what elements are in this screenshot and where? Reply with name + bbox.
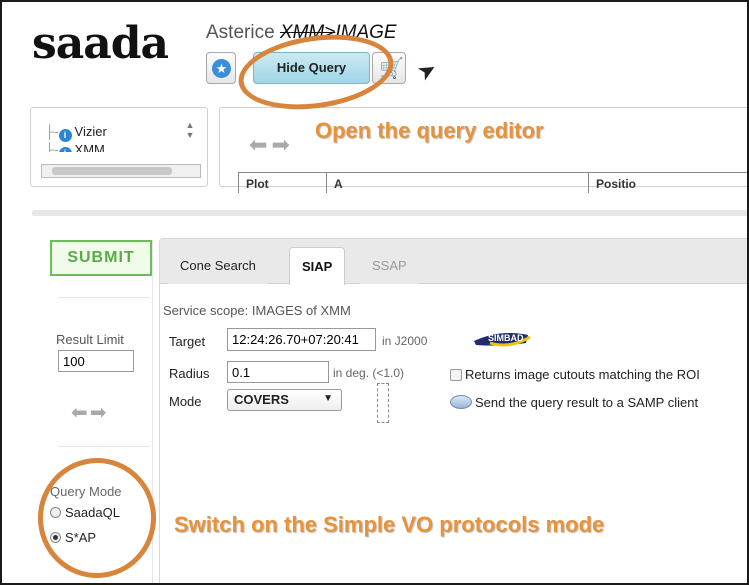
results-table-header: Plot A Positio [238, 172, 747, 194]
collection-tree: ├-iVizier ├-iXMM ▲ ▼ [30, 107, 208, 187]
cutouts-checkbox-row[interactable]: Returns image cutouts matching the ROI [450, 367, 700, 382]
radius-label: Radius [169, 366, 210, 381]
callout-switch-mode: Switch on the Simple VO protocols mode [174, 512, 605, 537]
submit-button[interactable]: SUBMIT [50, 240, 152, 276]
tree-branch-icon: ├- [45, 124, 59, 139]
target-input[interactable] [227, 328, 376, 351]
highlight-ellipse-query-mode [33, 454, 161, 582]
cutouts-label: Returns image cutouts matching the ROI [465, 367, 700, 382]
pointer-icon[interactable]: ➤ [413, 55, 442, 87]
column-separator [238, 173, 239, 193]
tab-ssap[interactable]: SSAP [360, 247, 419, 284]
column-header[interactable]: Plot [246, 177, 269, 191]
column-header[interactable]: Positio [596, 177, 636, 191]
samp-send-row[interactable]: Send the query result to a SAMP client [450, 395, 698, 410]
forward-arrow-icon[interactable]: ➡ [90, 402, 109, 424]
dropdown-caret-icon: ▼ [323, 393, 333, 404]
saada-logo: saada [32, 18, 169, 69]
mode-label: Mode [169, 394, 202, 409]
star-icon: ★ [212, 59, 231, 78]
scroll-thumb[interactable] [52, 167, 172, 175]
radius-input[interactable] [227, 361, 329, 383]
back-arrow-icon[interactable]: ⬅ [249, 132, 271, 157]
result-limit-label: Result Limit [56, 332, 124, 347]
tab-cone-search[interactable]: Cone Search [168, 247, 268, 284]
back-arrow-icon[interactable]: ⬅ [71, 402, 90, 424]
cutouts-checkbox[interactable] [450, 369, 462, 381]
tree-vertical-scrollbar[interactable]: ▲ ▼ [183, 120, 197, 156]
simbad-logo[interactable]: SIMBAD [470, 327, 532, 349]
samp-icon[interactable] [450, 395, 472, 409]
panel-splitter[interactable] [32, 210, 747, 216]
target-unit: in J2000 [382, 334, 428, 348]
tree-item-label: XMM [74, 142, 105, 152]
target-label: Target [169, 334, 206, 349]
tab-siap[interactable]: SIAP [289, 247, 346, 285]
samp-label: Send the query result to a SAMP client [475, 395, 699, 410]
scroll-down-icon[interactable]: ▼ [183, 130, 197, 140]
info-icon: i [58, 147, 72, 152]
forward-arrow-icon[interactable]: ➡ [271, 132, 293, 157]
info-icon: i [58, 129, 72, 142]
tree-horizontal-scrollbar[interactable] [41, 164, 201, 178]
breadcrumb-root: Asterice [206, 22, 280, 43]
tree-item-xmm[interactable]: ├-iXMM [45, 142, 105, 152]
mode-select[interactable]: COVERS ▼ [227, 389, 342, 411]
column-separator [588, 173, 589, 193]
result-limit-input[interactable] [58, 350, 134, 372]
scroll-up-icon[interactable]: ▲ [183, 120, 197, 130]
column-separator [326, 173, 327, 193]
query-history-nav: ⬅➡ [71, 400, 109, 425]
bookmark-button[interactable]: ★ [206, 52, 236, 84]
logo-text: saada [32, 18, 169, 69]
callout-open-editor: Open the query editor [315, 118, 544, 143]
history-nav: ⬅➡ [249, 132, 294, 158]
tree-item-vizier[interactable]: ├- i Vizier [45, 124, 107, 142]
column-header[interactable]: A [334, 177, 343, 191]
radius-unit: in deg. (<1.0) [333, 366, 405, 380]
simbad-logo-text: SIMBAD [488, 333, 524, 343]
tree-item-label: Vizier [74, 124, 107, 139]
app-window: saada Asterice XMM>IMAGE ★ Hide Query 🛒 … [0, 0, 749, 585]
tab-bar: Cone Search SIAP SSAP [160, 239, 747, 285]
service-scope-text: Service scope: IMAGES of XMM [163, 303, 351, 318]
mode-select-value: COVERS [234, 392, 289, 407]
tree-branch-icon: ├- [45, 142, 59, 152]
resize-handle[interactable] [377, 383, 389, 423]
divider [58, 297, 150, 298]
divider [58, 446, 150, 447]
